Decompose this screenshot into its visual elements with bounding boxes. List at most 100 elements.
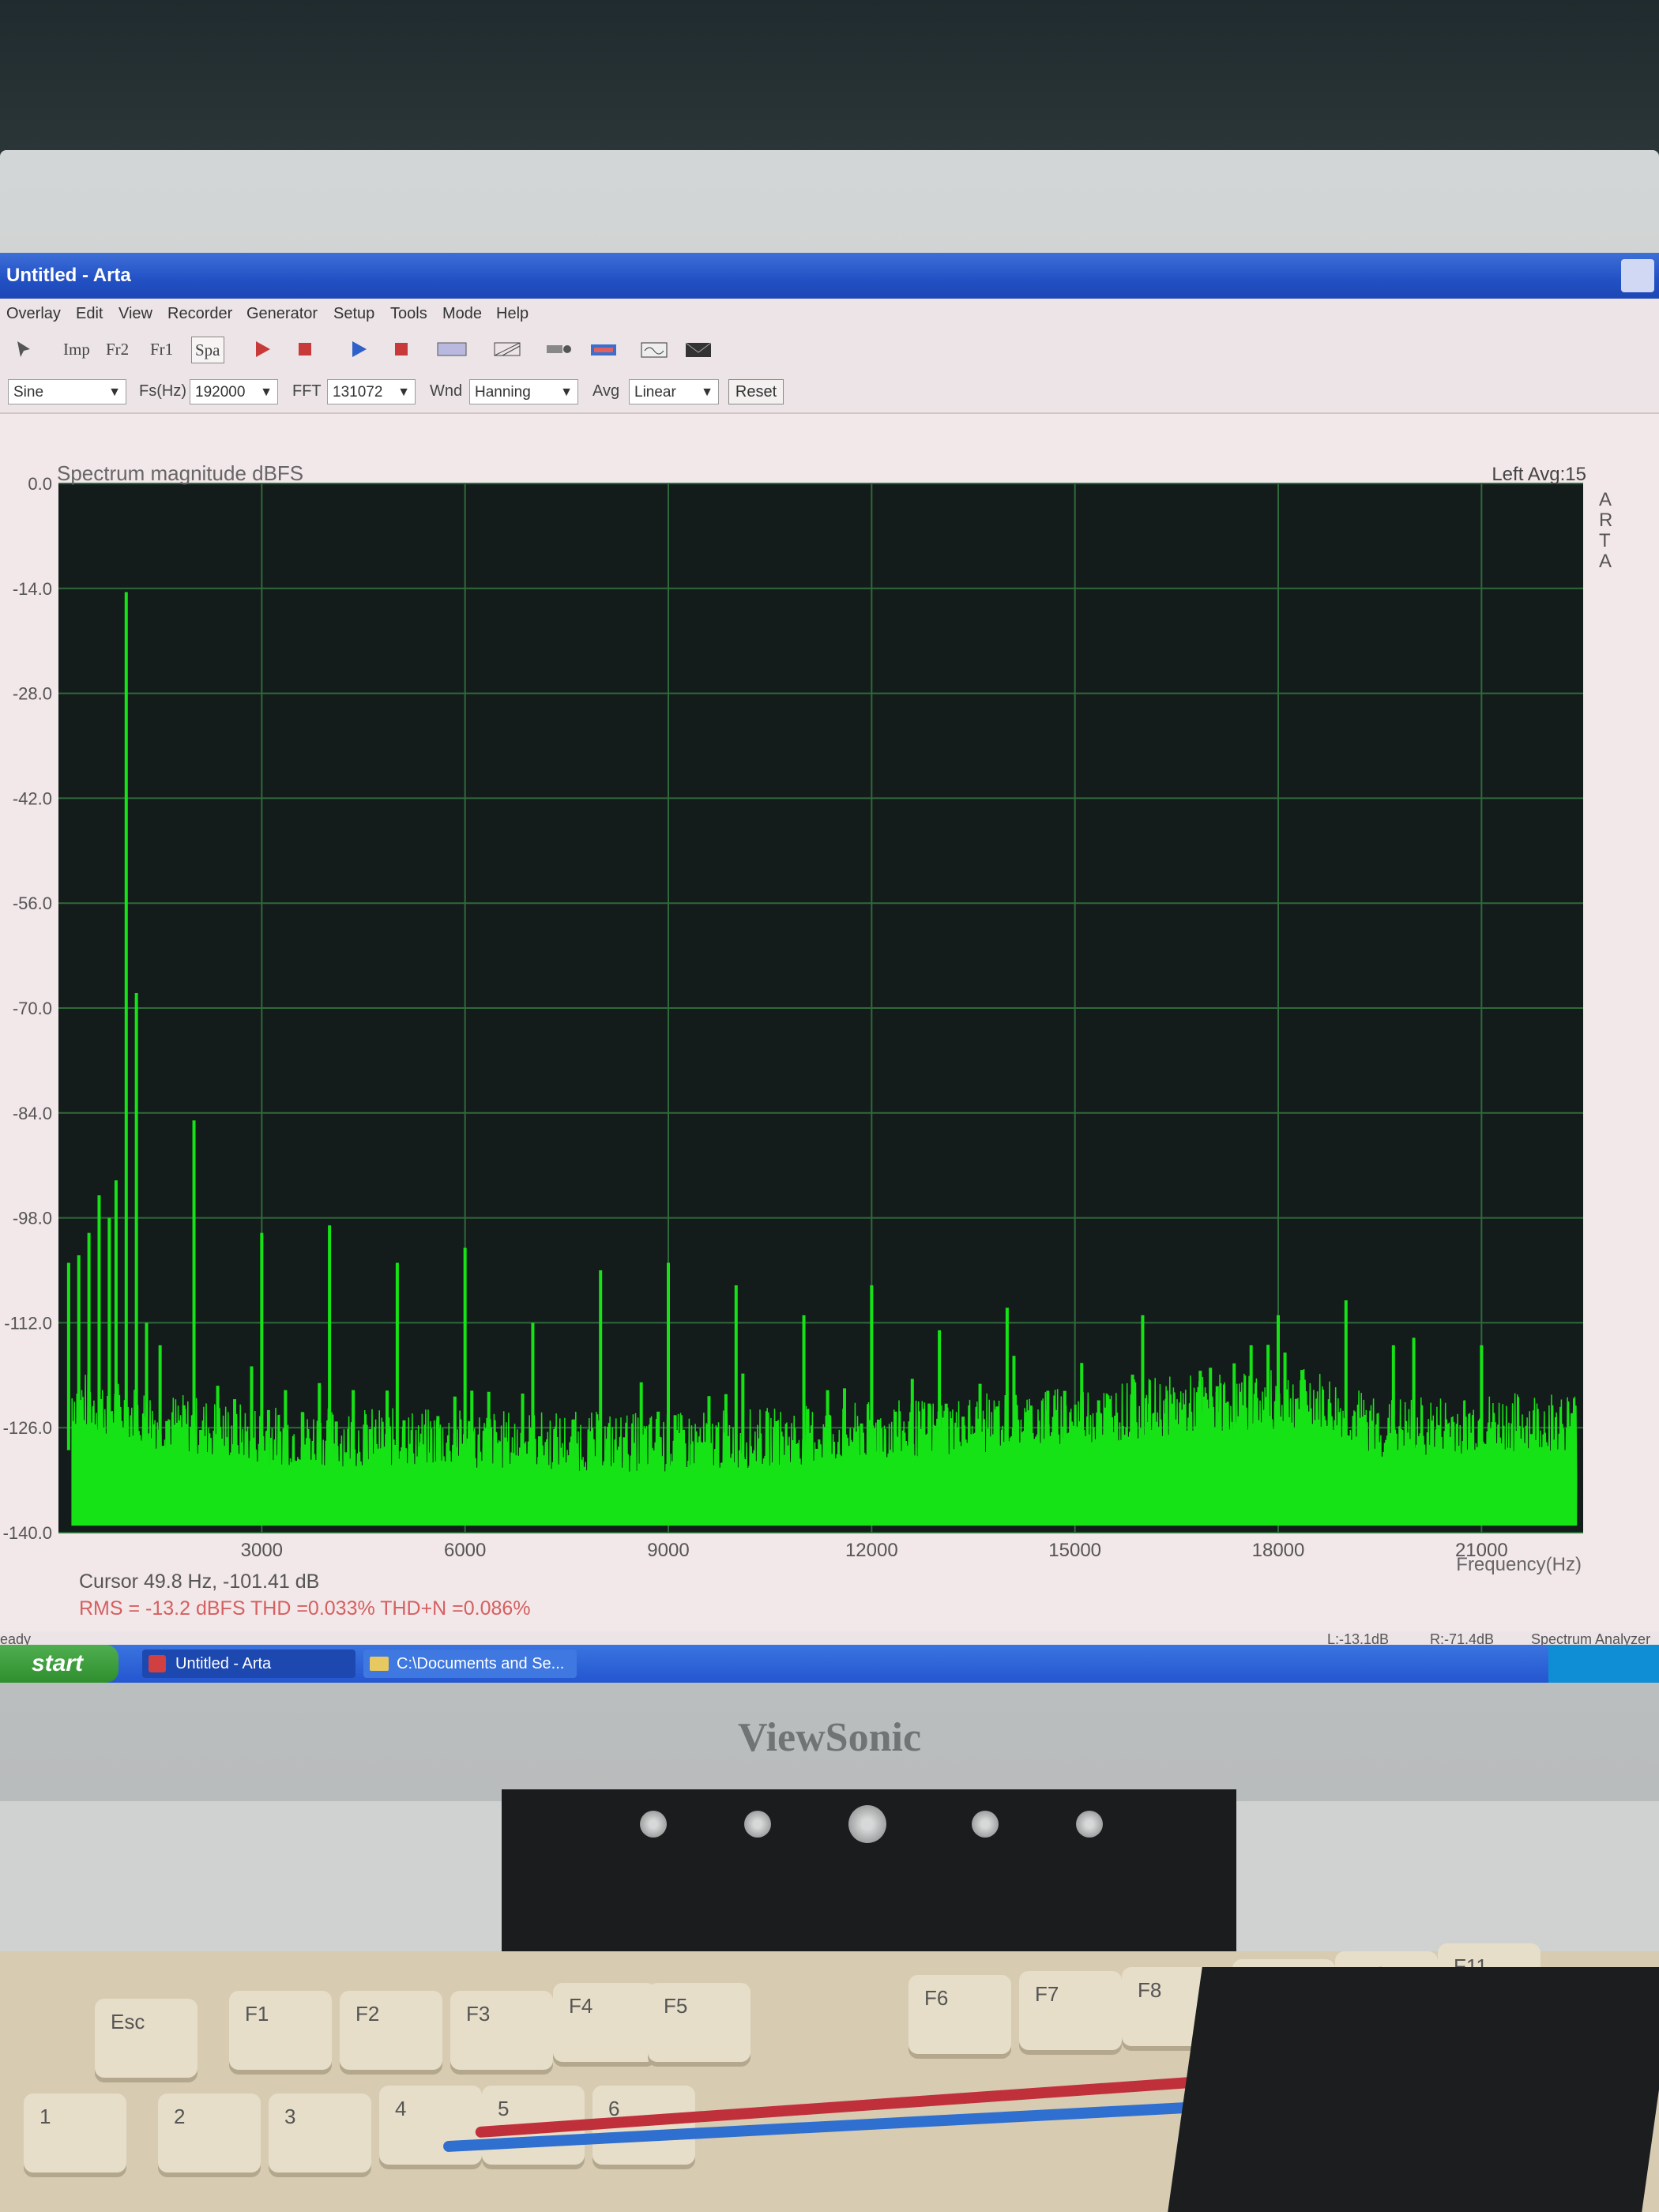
y-tick-label: 0.0	[28, 474, 52, 494]
fft-select[interactable]: 131072 ▼	[327, 379, 416, 404]
monitor-button[interactable]	[640, 1811, 667, 1838]
menu-setup[interactable]: Setup	[333, 305, 374, 323]
key-label: 3	[284, 2105, 296, 2128]
fft-label: FFT	[292, 382, 322, 400]
window-select[interactable]: Hanning ▼	[469, 379, 578, 404]
y-tick-label: -56.0	[13, 893, 52, 913]
mail-icon[interactable]	[683, 338, 714, 360]
close-button[interactable]	[1621, 259, 1654, 292]
side-label-letter: T	[1599, 530, 1611, 551]
reset-button[interactable]: Reset	[728, 379, 784, 404]
monitor-button[interactable]	[1076, 1811, 1103, 1838]
chevron-down-icon: ▼	[108, 386, 121, 399]
x-tick-label: 15000	[1048, 1540, 1101, 1561]
monitor-button[interactable]	[972, 1811, 999, 1838]
key-f1[interactable]: F1	[229, 1991, 332, 2070]
chevron-down-icon: ▼	[260, 386, 273, 399]
fft-value: 131072	[333, 384, 383, 401]
key-f6[interactable]: F6	[908, 1975, 1011, 2054]
menu-generator[interactable]: Generator	[246, 305, 318, 323]
toolbar: Imp Fr2 Fr1 Spa	[0, 329, 1659, 371]
key-label: F6	[924, 1986, 949, 2010]
side-label-letter: A	[1599, 489, 1612, 510]
menu-mode[interactable]: Mode	[442, 305, 482, 323]
y-axis-ticks: 0.0 -14.0 -28.0 -42.0 -56.0 -70.0 -84.0 -98.0 -1…	[3, 474, 52, 1543]
x-tick-label: 6000	[444, 1540, 486, 1561]
key-label: 1	[40, 2105, 51, 2128]
y-tick-label: -70.0	[13, 999, 52, 1018]
taskbar-item-arta[interactable]: Untitled - Arta	[142, 1650, 356, 1678]
color-icon[interactable]	[588, 338, 619, 360]
record-play-icon[interactable]	[251, 338, 273, 360]
key-label: F7	[1035, 1982, 1059, 2006]
key-f7[interactable]: F7	[1019, 1971, 1122, 2050]
chevron-down-icon: ▼	[701, 386, 713, 399]
zoom-icon[interactable]	[544, 338, 575, 360]
play-icon[interactable]	[348, 338, 370, 360]
scope-icon[interactable]	[638, 338, 670, 360]
key-label: 4	[395, 2097, 407, 2120]
menu-help[interactable]: Help	[496, 305, 529, 323]
start-button[interactable]: start	[0, 1645, 118, 1683]
key-f3[interactable]: F3	[450, 1991, 553, 2070]
monitor-button[interactable]	[744, 1811, 771, 1838]
chevron-down-icon: ▼	[397, 386, 410, 399]
key-2[interactable]: 2	[158, 2094, 261, 2172]
key-label: Esc	[111, 2010, 145, 2033]
key-label: F2	[356, 2002, 380, 2026]
cursor-readout: Cursor 49.8 Hz, -101.41 dB	[79, 1571, 319, 1593]
side-label-letter: R	[1599, 510, 1612, 531]
key-esc[interactable]: Esc	[95, 1999, 198, 2078]
x-tick-label: 12000	[845, 1540, 898, 1561]
signal-select[interactable]: Sine ▼	[8, 379, 126, 404]
key-f4[interactable]: F4	[553, 1983, 656, 2062]
y-tick-label: -126.0	[3, 1418, 52, 1438]
power-button[interactable]	[848, 1805, 886, 1843]
menu-overlay[interactable]: Overlay	[6, 305, 61, 323]
fs-select[interactable]: 192000 ▼	[190, 379, 278, 404]
spectrum-settings-icon[interactable]	[436, 338, 468, 360]
avg-value: Linear	[634, 384, 676, 401]
stop-icon[interactable]	[390, 338, 412, 360]
avg-select[interactable]: Linear ▼	[629, 379, 719, 404]
arta-app-icon	[149, 1655, 166, 1672]
monitor-brand: ViewSonic	[737, 1715, 922, 1760]
menu-recorder[interactable]: Recorder	[167, 305, 232, 323]
fr1-button[interactable]: Fr1	[150, 337, 173, 362]
system-tray[interactable]	[1548, 1645, 1659, 1683]
taskbar-item-label: C:\Documents and Se...	[397, 1655, 565, 1672]
y-tick-label: -42.0	[13, 788, 52, 808]
pointer-icon[interactable]	[14, 340, 36, 362]
channel-avg-info: Left Avg:15	[1492, 464, 1586, 485]
menu-tools[interactable]: Tools	[390, 305, 427, 323]
taskbar-item-label: Untitled - Arta	[175, 1655, 272, 1672]
window-value: Hanning	[475, 384, 531, 401]
y-tick-label: -28.0	[13, 684, 52, 704]
screen: Untitled - Arta Overlay Edit View Record…	[0, 253, 1659, 1683]
grid-icon[interactable]	[491, 338, 523, 360]
spectrum-chart[interactable]: 0.0 -14.0 -28.0 -42.0 -56.0 -70.0 -84.0 -98.0 -1…	[0, 411, 1659, 1627]
menu-edit[interactable]: Edit	[76, 305, 103, 323]
key-f2[interactable]: F2	[340, 1991, 442, 2070]
menu-bar: Overlay Edit View Recorder Generator Set…	[0, 299, 1659, 329]
key-label: F4	[569, 1994, 593, 2018]
key-1[interactable]: 1	[24, 2094, 126, 2172]
record-stop-icon[interactable]	[294, 338, 316, 360]
key-label: 5	[498, 2097, 510, 2120]
menu-view[interactable]: View	[118, 305, 152, 323]
key-3[interactable]: 3	[269, 2094, 371, 2172]
spa-button[interactable]: Spa	[191, 337, 224, 363]
key-4[interactable]: 4	[379, 2086, 482, 2165]
fs-value: 192000	[195, 384, 246, 401]
taskbar-item-explorer[interactable]: C:\Documents and Se...	[363, 1650, 577, 1678]
key-f5[interactable]: F5	[648, 1983, 750, 2062]
y-tick-label: -84.0	[13, 1104, 52, 1123]
taskbar: start Untitled - Arta C:\Documents and S…	[0, 1645, 1659, 1683]
key-label: F1	[245, 2002, 269, 2026]
avg-label: Avg	[592, 382, 620, 400]
fr2-button[interactable]: Fr2	[106, 337, 129, 362]
imp-button[interactable]: Imp	[63, 337, 90, 362]
key-label: 2	[174, 2105, 186, 2128]
side-label-letter: A	[1599, 551, 1612, 572]
y-tick-label: -112.0	[4, 1313, 52, 1333]
